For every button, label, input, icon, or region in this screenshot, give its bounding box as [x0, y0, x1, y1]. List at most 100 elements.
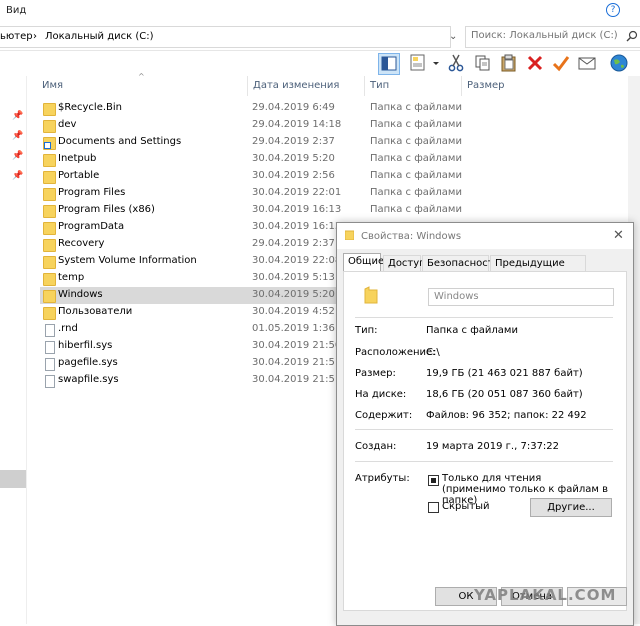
address-bar[interactable]: ьютер › Локальный диск (C:) ⌄: [0, 26, 457, 48]
prop-value-created: 19 марта 2019 г., 7:37:22: [426, 441, 560, 452]
delete-button[interactable]: [525, 53, 545, 73]
prop-label-size-on-disk: На диске:: [355, 389, 407, 400]
column-separator[interactable]: [461, 76, 462, 96]
view-dropdown[interactable]: [431, 53, 441, 73]
other-attributes-button[interactable]: Другие...: [530, 498, 612, 517]
column-separator[interactable]: [364, 76, 365, 96]
help-icon[interactable]: ?: [606, 3, 620, 17]
preview-pane-icon: [381, 56, 397, 71]
readonly-checkbox[interactable]: [428, 475, 439, 486]
table-row[interactable]: Program Files (x86) 30.04.2019 16:13 Папка…: [40, 202, 640, 219]
column-separator[interactable]: [247, 76, 248, 96]
toolbar: [375, 50, 640, 76]
file-name: Program Files: [58, 187, 126, 198]
file-name: swapfile.sys: [58, 374, 119, 385]
navigation-pane: 📌 📌 📌 📌: [0, 76, 27, 624]
file-date: 30.04.2019 16:13: [252, 221, 342, 232]
folder-icon: [43, 256, 56, 269]
globe-button[interactable]: [609, 53, 629, 73]
file-name: ProgramData: [58, 221, 125, 232]
file-type: Папка с файлами: [370, 102, 462, 113]
navigation-selected-item[interactable]: [0, 470, 26, 488]
file-date: 30.04.2019 22:01: [252, 187, 342, 198]
watermark: YAPLAKAL.COM: [474, 586, 617, 604]
dialog-title: Свойства: Windows: [361, 231, 462, 242]
column-header-size[interactable]: Размер: [467, 80, 505, 91]
table-row[interactable]: Documents and Settings 29.04.2019 2:37 Пап…: [40, 134, 640, 151]
rename-button[interactable]: [551, 53, 571, 73]
file-date: 29.04.2019 2:37: [252, 136, 335, 147]
pin-icon[interactable]: 📌: [12, 151, 23, 161]
cut-button[interactable]: [446, 53, 466, 73]
folder-name-field[interactable]: [428, 288, 614, 306]
preview-pane-button[interactable]: [378, 53, 400, 75]
prop-label-created: Создан:: [355, 441, 397, 452]
file-name: Recovery: [58, 238, 105, 249]
tab-general[interactable]: Общие: [343, 253, 384, 272]
search-box[interactable]: [465, 26, 640, 48]
copy-button[interactable]: [473, 53, 493, 73]
tab-sharing[interactable]: Доступ: [383, 255, 426, 271]
folder-name-input[interactable]: [432, 290, 612, 303]
file-name: System Volume Information: [58, 255, 197, 266]
file-name: $Recycle.Bin: [58, 102, 123, 113]
file-date: 30.04.2019 4:52: [252, 306, 335, 317]
table-row-selected[interactable]: Windows 30.04.2019 5:20: [40, 287, 336, 304]
column-header-type[interactable]: Тип: [370, 80, 389, 91]
attributes-label: Атрибуты:: [355, 473, 410, 484]
folder-icon: [43, 290, 56, 303]
paste-button[interactable]: [499, 53, 519, 73]
envelope-icon: [578, 57, 596, 70]
close-icon[interactable]: ✕: [613, 228, 624, 243]
pin-icon[interactable]: 📌: [12, 111, 23, 121]
readonly-label[interactable]: Только для чтения: [442, 473, 541, 484]
file-type: Папка с файлами: [370, 204, 462, 215]
search-icon[interactable]: [626, 30, 638, 42]
folder-icon: [43, 273, 56, 286]
file-type: Папка с файлами: [370, 153, 462, 164]
folder-icon: [345, 230, 354, 240]
paste-icon: [501, 54, 516, 72]
properties-sheet-icon: [410, 54, 425, 71]
file-name: Windows: [58, 289, 103, 300]
breadcrumb-parent[interactable]: ьютер: [0, 31, 33, 42]
file-date: 30.04.2019 5:13: [252, 272, 335, 283]
tab-previous-versions[interactable]: Предыдущие версии: [490, 255, 586, 280]
folder-icon: [43, 205, 56, 218]
folder-icon: [43, 188, 56, 201]
file-date: 30.04.2019 21:51: [252, 374, 342, 385]
file-type: Папка с файлами: [370, 136, 462, 147]
general-tab-panel: Тип: Папка с файлами Расположение: C:\ Р…: [343, 271, 627, 611]
table-row[interactable]: $Recycle.Bin 29.04.2019 6:49 Папка с файла…: [40, 100, 640, 117]
breadcrumb-current[interactable]: Локальный диск (C:): [45, 31, 154, 42]
table-row[interactable]: dev 29.04.2019 14:18 Папка с файлами: [40, 117, 640, 134]
refresh-icon[interactable]: [452, 26, 461, 46]
file-date: 30.04.2019 5:20: [252, 153, 335, 164]
file-date: 29.04.2019 2:37: [252, 238, 335, 249]
dropdown-arrow-icon: [433, 62, 439, 65]
file-name: .rnd: [58, 323, 78, 334]
column-header-date[interactable]: Дата изменения: [253, 80, 339, 91]
file-icon: [45, 341, 55, 354]
menu-view[interactable]: Вид: [6, 5, 26, 16]
hidden-checkbox[interactable]: [428, 502, 439, 513]
prop-value-size-on-disk: 18,6 ГБ (20 051 087 360 байт): [426, 389, 583, 400]
tab-security[interactable]: Безопасность: [422, 255, 500, 271]
file-date: 30.04.2019 16:13: [252, 204, 342, 215]
hidden-label[interactable]: Скрытый: [442, 501, 490, 512]
file-name: Inetpub: [58, 153, 97, 164]
dialog-title-bar[interactable]: Свойства: Windows ✕: [337, 223, 633, 249]
menu-bar: Вид ?: [0, 0, 640, 22]
search-input[interactable]: [469, 29, 623, 42]
view-button[interactable]: [408, 53, 428, 73]
table-row[interactable]: Portable 30.04.2019 2:56 Папка с файлами: [40, 168, 640, 185]
email-button[interactable]: [577, 53, 597, 73]
pin-icon[interactable]: 📌: [12, 171, 23, 181]
file-icon: [45, 358, 55, 371]
table-row[interactable]: Inetpub 30.04.2019 5:20 Папка с файлами: [40, 151, 640, 168]
copy-icon: [475, 55, 490, 71]
file-type: Папка с файлами: [370, 119, 462, 130]
table-row[interactable]: Program Files 30.04.2019 22:01 Папка с фай…: [40, 185, 640, 202]
pin-icon[interactable]: 📌: [12, 131, 23, 141]
column-header-name[interactable]: Имя: [42, 80, 63, 91]
